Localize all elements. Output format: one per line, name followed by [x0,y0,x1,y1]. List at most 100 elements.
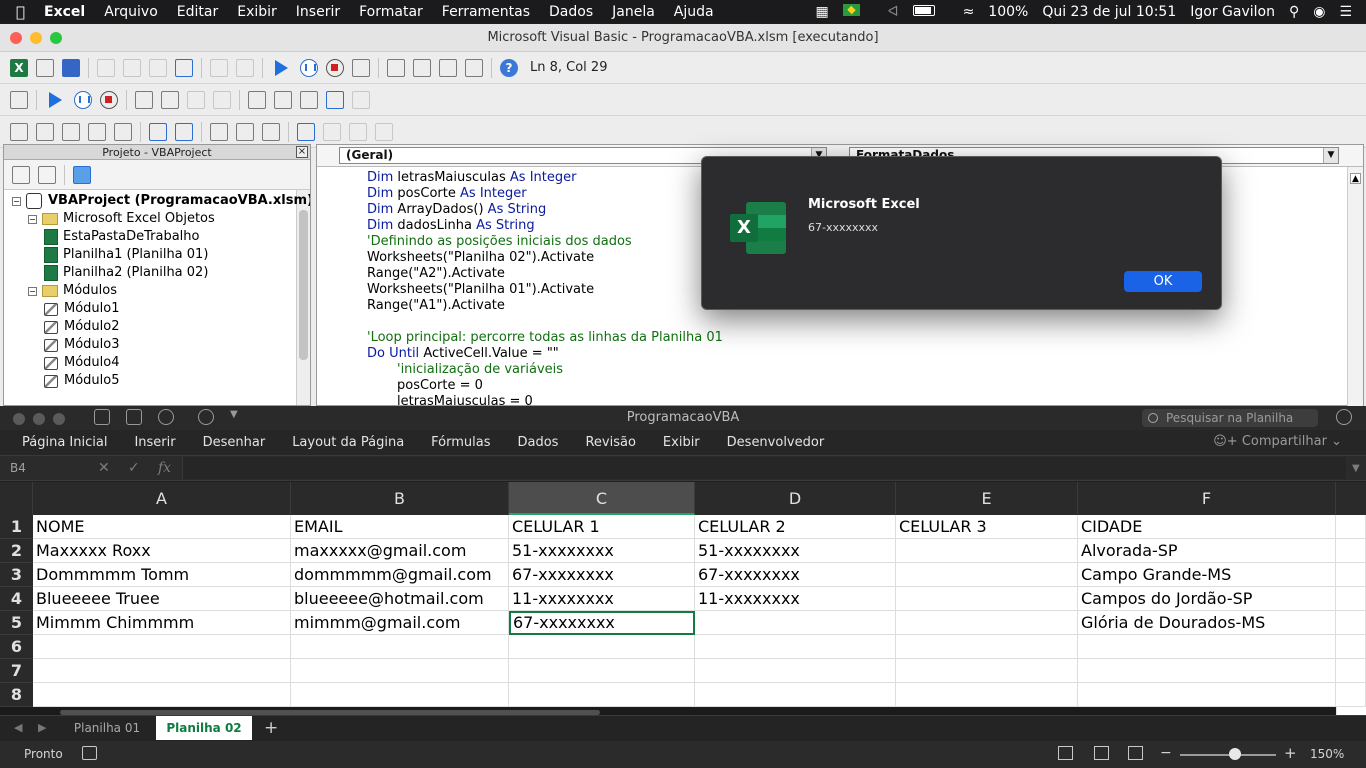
design-mode-icon[interactable] [352,58,370,77]
toggle-breakpoint-icon[interactable] [210,122,228,141]
parameter-info-icon[interactable] [88,122,106,141]
tab-inserir[interactable]: Inserir [134,435,175,450]
clock[interactable]: Qui 23 de jul 10:51 [1042,4,1176,20]
tree-item[interactable]: Módulo2 [44,318,120,336]
cell-c1[interactable]: CELULAR 1 [509,515,695,539]
column-header-f[interactable]: F [1078,482,1336,515]
run-icon[interactable] [275,59,288,76]
quick-watch-icon[interactable] [326,90,344,109]
uncomment-block-icon[interactable] [262,122,280,141]
zoom-level[interactable]: 150% [1310,747,1344,761]
list-constants-icon[interactable] [36,122,54,141]
cell-f7[interactable] [1078,659,1336,683]
cell-f4[interactable]: Campos do Jordão-SP [1078,587,1336,611]
tree-expander-icon[interactable]: − [28,286,37,296]
cell-e7[interactable] [896,659,1078,683]
macro-record-icon[interactable] [82,746,97,760]
menu-editar[interactable]: Editar [177,4,218,20]
cell-c2[interactable]: 51-xxxxxxxx [509,539,695,563]
scrollbar-thumb[interactable] [299,210,308,360]
user-name[interactable]: Igor Gavilon [1190,4,1275,20]
menu-exibir[interactable]: Exibir [237,4,277,20]
properties-window-icon[interactable] [413,58,431,77]
row-header-8[interactable]: 8 [0,683,33,707]
first-sheet-icon[interactable]: ◀ [14,721,22,734]
project-explorer-icon[interactable] [387,58,405,77]
outdent-icon[interactable] [175,122,193,141]
tree-expander-icon[interactable]: − [12,196,21,206]
locals-window-icon[interactable] [248,90,266,109]
tree-item[interactable]: Módulo5 [44,372,120,390]
battery-icon[interactable] [912,4,949,20]
tab-exibir[interactable]: Exibir [663,435,700,450]
copy-icon[interactable] [123,58,141,77]
tree-item[interactable]: EstaPastaDeTrabalho [44,228,199,246]
cell-e3[interactable] [896,563,1078,587]
insert-function-icon[interactable]: fx [158,460,171,476]
continue-icon[interactable] [49,91,62,108]
menu-ferramentas[interactable]: Ferramentas [442,4,530,20]
cell-c3[interactable]: 67-xxxxxxxx [509,563,695,587]
cell-d2[interactable]: 51-xxxxxxxx [695,539,896,563]
cell-a2[interactable]: Maxxxxx Roxx [33,539,291,563]
clear-bookmarks-icon[interactable] [375,122,393,141]
row-header-3[interactable]: 3 [0,563,33,587]
row-header-6[interactable]: 6 [0,635,33,659]
tree-item[interactable]: Módulo4 [44,354,120,372]
next-sheet-icon[interactable]: ▶ [38,721,46,734]
previous-bookmark-icon[interactable] [349,122,367,141]
toggle-breakpoint-icon[interactable] [135,90,153,109]
formula-input[interactable] [182,457,1346,479]
row-header-5[interactable]: 5 [0,611,33,635]
tab-formulas[interactable]: Fórmulas [431,435,490,450]
ok-button[interactable]: OK [1124,271,1202,292]
zoom-out-icon[interactable]: − [1160,745,1172,761]
menu-inserir[interactable]: Inserir [296,4,340,20]
cell-f6[interactable] [1078,635,1336,659]
menu-formatar[interactable]: Formatar [359,4,423,20]
menu-dados[interactable]: Dados [549,4,593,20]
save-icon[interactable] [62,58,80,77]
scroll-up-icon[interactable]: ▲ [1350,173,1361,184]
battery-percent[interactable]: 100% [988,4,1028,20]
cell-b1[interactable]: EMAIL [291,515,509,539]
cell-e6[interactable] [896,635,1078,659]
tree-item[interactable]: Módulo1 [44,300,120,318]
cell-c4[interactable]: 11-xxxxxxxx [509,587,695,611]
select-all-corner[interactable] [0,482,33,515]
view-object-icon[interactable] [38,165,56,184]
column-header-c[interactable]: C [509,482,695,515]
normal-view-icon[interactable] [1058,746,1073,760]
search-sheet-input[interactable]: Pesquisar na Planilha [1142,409,1318,427]
cell-e4[interactable] [896,587,1078,611]
cell-a8[interactable] [33,683,291,707]
quick-info-icon[interactable] [62,122,80,141]
row-header-1[interactable]: 1 [0,515,33,539]
complete-word-icon[interactable] [114,122,132,141]
cell-e8[interactable] [896,683,1078,707]
cell-b4[interactable]: blueeeee@hotmail.com [291,587,509,611]
cancel-icon[interactable]: ✕ [98,460,110,476]
help-icon[interactable]: ? [500,58,518,77]
call-stack-icon[interactable] [352,90,370,109]
column-header-a[interactable]: A [33,482,291,515]
cell-d5[interactable] [695,611,896,635]
cell-b2[interactable]: maxxxxx@gmail.com [291,539,509,563]
wifi-icon[interactable]: ≈ [963,4,975,20]
reset-icon[interactable] [326,58,344,77]
screen-share-icon[interactable]: ▦ [816,4,829,20]
menu-janela[interactable]: Janela [612,4,655,20]
indent-icon[interactable] [149,122,167,141]
add-sheet-button[interactable]: + [264,718,278,738]
cell-c5[interactable]: 67-xxxxxxxx [509,611,695,635]
cell-f5[interactable]: Glória de Dourados-MS [1078,611,1336,635]
code-scrollbar[interactable]: ▲ [1347,167,1363,407]
list-properties-icon[interactable] [10,122,28,141]
sheet-tab-2[interactable]: Planilha 02 [156,716,252,740]
project-tree-scrollbar[interactable] [296,190,310,405]
cell-a5[interactable]: Mimmm Chimmmm [33,611,291,635]
tab-desenhar[interactable]: Desenhar [203,435,266,450]
column-header-b[interactable]: B [291,482,509,515]
notification-center-icon[interactable]: ☰ [1339,4,1352,20]
redo-icon[interactable] [236,58,254,77]
